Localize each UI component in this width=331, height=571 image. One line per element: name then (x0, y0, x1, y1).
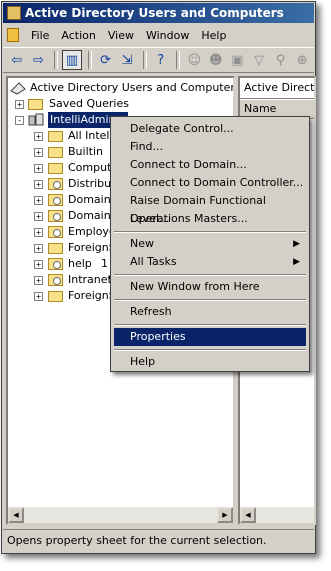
submenu-arrow-icon: ▶ (293, 257, 300, 267)
expand-icon[interactable]: + (34, 228, 43, 237)
tree-item-label: All Intelli (68, 129, 116, 142)
ou-icon (48, 226, 63, 238)
menu-item-connect-domain[interactable]: Connect to Domain... (114, 156, 306, 174)
tree-item-label: ForeignS (68, 241, 116, 254)
menu-window[interactable]: Window (140, 29, 195, 42)
ou-icon (48, 194, 63, 206)
ou-icon (48, 274, 63, 286)
tree-item-saved-queries[interactable]: + Saved Queries (8, 96, 228, 112)
find-icon[interactable]: ⚲ (271, 50, 291, 70)
expand-icon[interactable]: + (15, 100, 24, 109)
menu-item-delegate-control[interactable]: Delegate Control... (114, 120, 306, 138)
expand-icon[interactable]: + (34, 196, 43, 205)
title-bar[interactable]: Active Directory Users and Computers (3, 3, 314, 23)
back-icon[interactable]: ⇦ (7, 50, 27, 70)
window-title: Active Directory Users and Computers (25, 6, 284, 20)
menu-action[interactable]: Action (55, 29, 101, 42)
menu-item-properties[interactable]: Properties (114, 328, 306, 346)
expand-icon[interactable]: + (34, 212, 43, 221)
scroll-left-icon[interactable]: ◀ (240, 507, 256, 523)
menu-item-raise-level[interactable]: Raise Domain Functional Level... (114, 192, 306, 225)
expand-icon[interactable]: + (34, 244, 43, 253)
folder-icon (48, 163, 63, 174)
menu-file[interactable]: File (25, 29, 55, 42)
menu-view[interactable]: View (102, 29, 140, 42)
export-list-icon[interactable]: ⇲ (117, 50, 137, 70)
tree-item-label: Intranet (68, 273, 112, 286)
expand-icon[interactable]: + (34, 132, 43, 141)
new-group-icon[interactable]: ☻ (206, 50, 226, 70)
menu-item-connect-dc[interactable]: Connect to Domain Controller... (114, 174, 306, 192)
help-icon[interactable]: ? (151, 50, 171, 70)
forward-icon[interactable]: ⇨ (29, 50, 49, 70)
collapse-icon[interactable]: - (15, 116, 24, 125)
expand-icon[interactable]: + (34, 180, 43, 189)
filter-icon[interactable]: ▽ (249, 50, 269, 70)
menu-item-new[interactable]: New ▶ (114, 235, 306, 253)
expand-icon[interactable]: + (34, 292, 43, 301)
ou-icon (48, 210, 63, 222)
toolbar: ⇦ ⇨ ▥ ⟳ ⇲ ? ☺ ☻ ▣ ▽ ⚲ ⊕ (3, 47, 314, 73)
folder-icon (48, 147, 63, 158)
menu-item-operations-masters[interactable]: Operations Masters... (114, 210, 306, 228)
menu-item-refresh[interactable]: Refresh (114, 303, 306, 321)
menu-item-help[interactable]: Help (114, 353, 306, 371)
folder-icon (28, 99, 43, 110)
refresh-icon[interactable]: ⟳ (96, 50, 116, 70)
tree-item-suffix: 1 (101, 257, 108, 270)
tree-root[interactable]: Active Directory Users and Computers (10, 80, 233, 96)
ou-icon (48, 258, 63, 270)
app-icon (7, 6, 21, 20)
tree-item-label: ForeignS (68, 289, 116, 302)
horizontal-scrollbar[interactable]: ◀ (240, 507, 314, 523)
tree-root-label: Active Directory Users and Computers (30, 81, 235, 94)
expand-icon[interactable]: + (34, 260, 43, 269)
menu-item-new-window[interactable]: New Window from Here (114, 278, 306, 296)
new-ou-icon[interactable]: ▣ (228, 50, 248, 70)
folder-icon (48, 243, 63, 254)
domain-icon (28, 113, 44, 126)
menu-separator (114, 324, 306, 326)
menu-item-find[interactable]: Find... (114, 138, 306, 156)
new-user-icon[interactable]: ☺ (184, 50, 204, 70)
submenu-arrow-icon: ▶ (293, 239, 300, 249)
tree-item-label: Saved Queries (49, 97, 129, 110)
toolbar-separator (87, 51, 92, 69)
scroll-left-icon[interactable]: ◀ (8, 507, 24, 523)
list-header: Active Director (240, 78, 314, 99)
status-bar: Opens property sheet for the current sel… (3, 529, 314, 552)
menu-item-all-tasks[interactable]: All Tasks ▶ (114, 253, 306, 271)
show-tree-icon[interactable]: ▥ (62, 50, 82, 70)
ou-icon (48, 178, 63, 190)
menu-bar: File Action View Window Help (3, 25, 314, 45)
add-to-group-icon[interactable]: ⊕ (292, 50, 312, 70)
folder-icon (48, 131, 63, 142)
menu-separator (114, 274, 306, 276)
expand-icon[interactable]: + (34, 276, 43, 285)
scroll-right-icon[interactable]: ▶ (217, 507, 233, 523)
directory-icon (10, 82, 26, 95)
folder-icon (48, 291, 63, 302)
toolbar-separator (176, 51, 181, 69)
menu-separator (114, 299, 306, 301)
tree-item-label: help (68, 257, 92, 270)
document-icon[interactable] (7, 28, 19, 42)
expand-icon[interactable]: + (34, 148, 43, 157)
menu-separator (114, 231, 306, 233)
menu-separator (114, 349, 306, 351)
menu-item-label: New (130, 237, 154, 250)
menu-item-label: All Tasks (130, 255, 177, 268)
menu-help[interactable]: Help (195, 29, 232, 42)
expand-icon[interactable]: + (34, 164, 43, 173)
toolbar-separator (142, 51, 147, 69)
tree-item-label: Builtin (68, 145, 103, 158)
toolbar-separator (54, 51, 59, 69)
horizontal-scrollbar[interactable]: ◀ ▶ (8, 507, 233, 523)
context-menu: Delegate Control... Find... Connect to D… (110, 116, 310, 372)
